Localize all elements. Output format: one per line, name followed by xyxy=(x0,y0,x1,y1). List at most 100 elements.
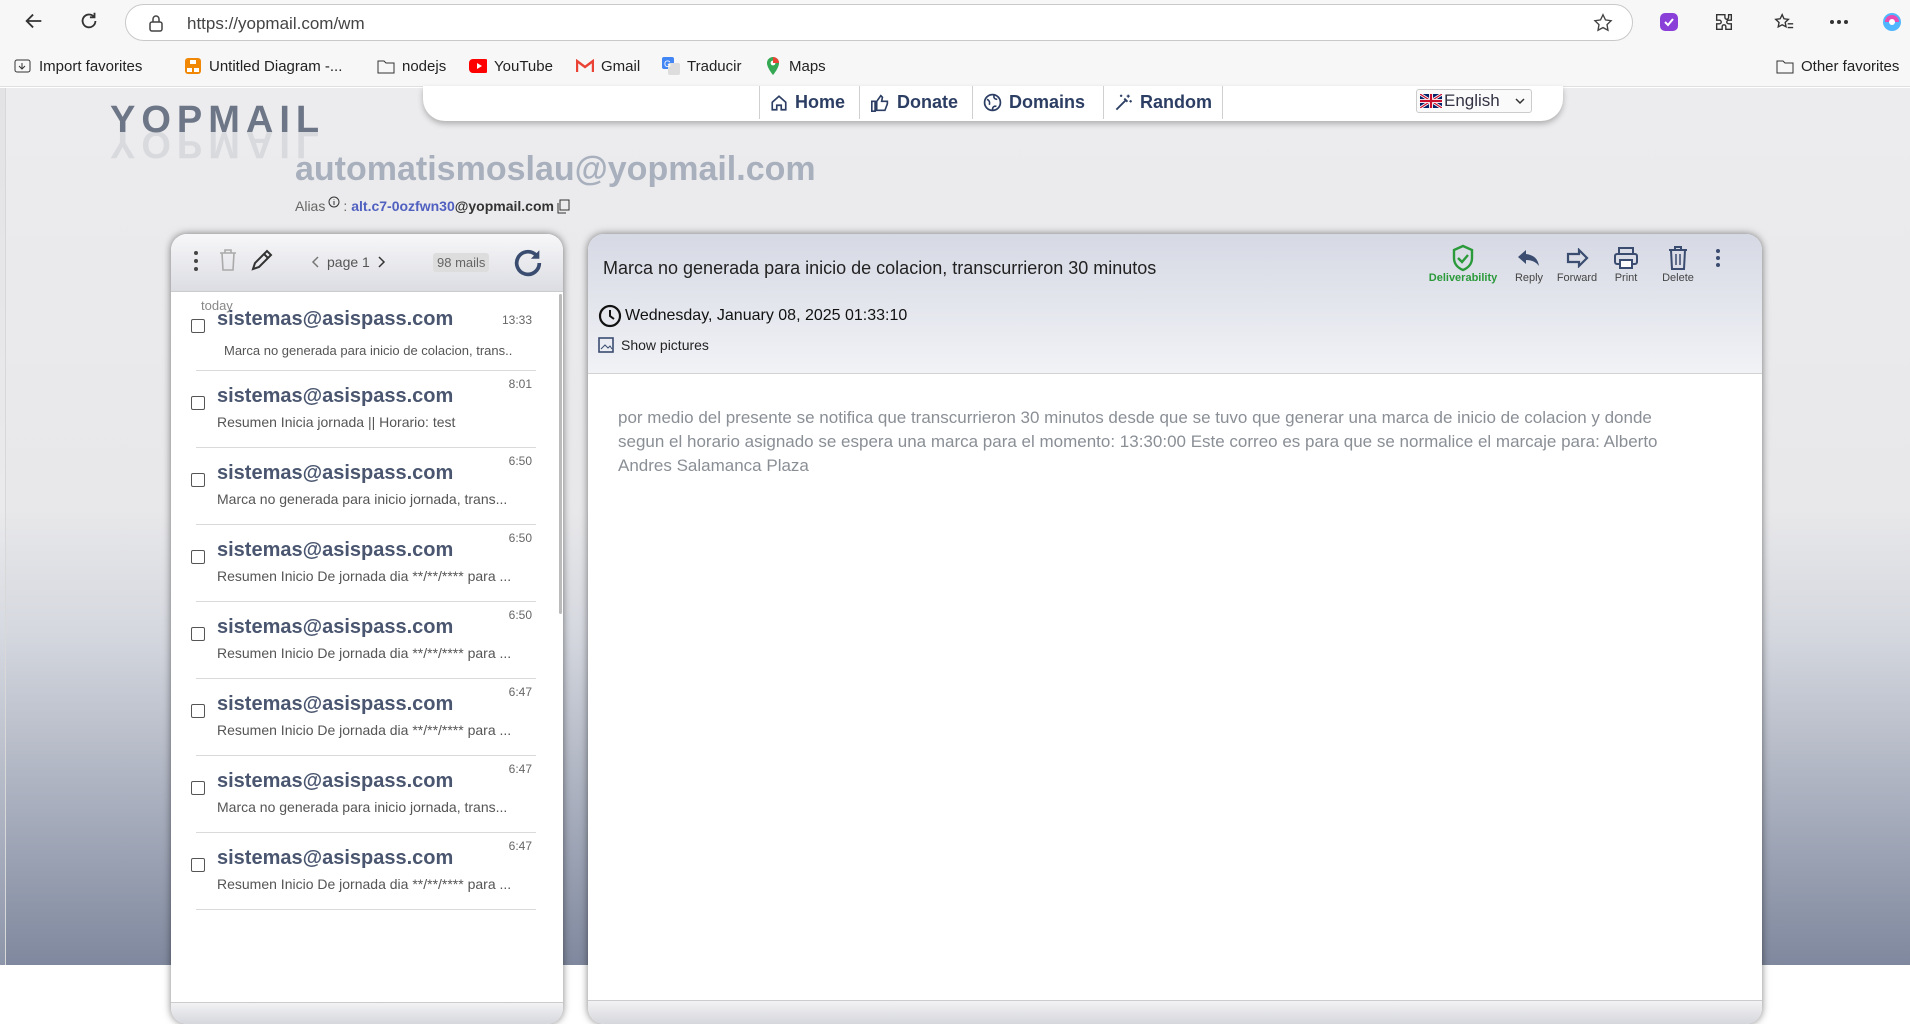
select-checkbox[interactable] xyxy=(191,473,205,487)
bookmark-label: Traducir xyxy=(687,57,742,75)
chevron-left-icon[interactable] xyxy=(311,256,319,268)
print-button[interactable]: Print xyxy=(1596,244,1656,284)
mail-sender: sistemas@asispass.com xyxy=(217,539,454,561)
address-bar[interactable]: https://yopmail.com/wm xyxy=(125,4,1633,41)
date-text: Wednesday, January 08, 2025 01:33:10 xyxy=(625,307,908,324)
bookmark-untitled-diagram[interactable]: Untitled Diagram -... xyxy=(184,55,342,77)
mail-list-footer xyxy=(171,1002,563,1024)
bookmark-label: Other favorites xyxy=(1801,57,1900,75)
mail-count-badge: 98 mails xyxy=(433,253,490,272)
reply-icon xyxy=(1516,244,1542,272)
extensions-icon[interactable] xyxy=(1710,8,1738,36)
svg-text:G: G xyxy=(664,59,671,69)
mail-list-toolbar: page 1 98 mails xyxy=(171,234,563,292)
bookmark-import-favorites[interactable]: Import favorites xyxy=(14,55,142,77)
copilot-icon[interactable] xyxy=(1878,8,1906,36)
mail-row[interactable]: sistemas@asispass.com Resumen Inicio De … xyxy=(191,679,536,756)
translate-icon: G xyxy=(662,57,680,75)
favorites-icon[interactable] xyxy=(1770,8,1798,36)
show-pictures-link[interactable]: Show pictures xyxy=(598,337,709,353)
mail-row[interactable]: sistemas@asispass.com Marca no generada … xyxy=(191,294,536,371)
bookmark-youtube[interactable]: YouTube xyxy=(469,55,553,77)
menu-domains[interactable]: Domains xyxy=(972,86,1095,119)
deliverability-button[interactable]: Deliverability xyxy=(1429,244,1497,284)
magic-wand-icon xyxy=(1114,93,1133,112)
copilot-extension-icon[interactable] xyxy=(1655,8,1683,36)
back-icon[interactable] xyxy=(21,8,47,34)
mail-subject: Resumen Inicio De jornada dia **/**/****… xyxy=(217,645,512,661)
favorite-star-icon[interactable] xyxy=(1592,12,1614,39)
chevron-right-icon[interactable] xyxy=(378,256,386,268)
shield-check-icon xyxy=(1451,244,1475,272)
menu-label: Home xyxy=(795,92,846,112)
alias-link[interactable]: alt.c7-0ozfwn30 xyxy=(351,198,454,214)
more-options-icon[interactable] xyxy=(1825,8,1853,36)
list-scrollbar[interactable] xyxy=(559,294,562,614)
mail-time: 6:50 xyxy=(508,454,532,468)
bookmark-label: Untitled Diagram -... xyxy=(209,57,343,75)
mail-row[interactable]: sistemas@asispass.com Resumen Inicio De … xyxy=(191,833,536,910)
bookmark-maps[interactable]: Maps xyxy=(764,55,826,77)
bookmark-gmail[interactable]: Gmail xyxy=(576,55,640,77)
alias-label: Alias xyxy=(295,198,326,214)
refresh-icon[interactable] xyxy=(76,8,102,34)
language-select[interactable]: English xyxy=(1416,89,1532,113)
browser-toolbar: https://yopmail.com/wm xyxy=(0,0,1910,44)
mail-time: 6:47 xyxy=(508,685,532,699)
mail-subject: Resumen Inicio De jornada dia **/**/****… xyxy=(217,722,512,738)
kebab-menu-icon[interactable] xyxy=(194,250,198,272)
mail-row[interactable]: sistemas@asispass.com Marca no generada … xyxy=(191,756,536,833)
select-checkbox[interactable] xyxy=(191,550,205,564)
menu-home[interactable]: Home xyxy=(759,86,855,119)
folder-icon xyxy=(1776,57,1794,75)
bookmark-traducir[interactable]: G Traducir xyxy=(662,55,741,77)
mail-subject: Resumen Inicia jornada || Horario: test xyxy=(217,414,456,430)
mail-sender: sistemas@asispass.com xyxy=(217,308,454,330)
message-date: Wednesday, January 08, 2025 01:33:10 xyxy=(598,304,907,328)
trash-icon[interactable] xyxy=(219,248,237,272)
message-more-button[interactable] xyxy=(1708,244,1728,272)
youtube-icon xyxy=(469,57,487,75)
mail-subject: Resumen Inicio De jornada dia **/**/****… xyxy=(217,876,512,892)
printer-icon xyxy=(1613,244,1639,272)
delete-button[interactable]: Delete xyxy=(1648,244,1708,284)
select-checkbox[interactable] xyxy=(191,781,205,795)
mail-time: 6:50 xyxy=(508,608,532,622)
mail-sender: sistemas@asispass.com xyxy=(217,385,454,407)
copy-icon[interactable] xyxy=(557,199,570,214)
select-checkbox[interactable] xyxy=(191,858,205,872)
menu-label: Domains xyxy=(1009,92,1086,112)
mail-row[interactable]: sistemas@asispass.com Resumen Inicio De … xyxy=(191,602,536,679)
menu-label: Random xyxy=(1140,92,1212,112)
bookmark-other-favorites[interactable]: Other favorites xyxy=(1776,55,1899,77)
select-checkbox[interactable] xyxy=(191,627,205,641)
select-checkbox[interactable] xyxy=(191,396,205,410)
compose-pencil-icon[interactable] xyxy=(250,248,274,272)
chevron-down-icon xyxy=(1515,97,1525,105)
refresh-inbox-icon[interactable] xyxy=(511,246,545,280)
menu-label: Donate xyxy=(897,92,959,112)
clock-icon xyxy=(598,304,622,328)
menu-donate[interactable]: Donate xyxy=(859,86,968,119)
mail-row[interactable]: sistemas@asispass.com Resumen Inicia jor… xyxy=(191,371,536,448)
info-icon[interactable] xyxy=(328,196,340,208)
mail-time: 6:47 xyxy=(508,762,532,776)
mail-sender: sistemas@asispass.com xyxy=(217,616,454,638)
mail-sender: sistemas@asispass.com xyxy=(217,770,454,792)
svg-text:YOPMAIL: YOPMAIL xyxy=(110,123,325,165)
inbox-address: automatismoslau@yopmail.com xyxy=(295,150,816,188)
bookmark-nodejs[interactable]: nodejs xyxy=(377,55,446,77)
url-text[interactable]: https://yopmail.com/wm xyxy=(187,14,365,34)
globe-icon xyxy=(983,93,1002,112)
mail-row[interactable]: sistemas@asispass.com Marca no generada … xyxy=(191,448,536,525)
language-value: English xyxy=(1444,91,1500,110)
menu-random[interactable]: Random xyxy=(1103,86,1223,119)
mail-row[interactable]: sistemas@asispass.com Resumen Inicio De … xyxy=(191,525,536,602)
message-header: Marca no generada para inicio de colacio… xyxy=(588,234,1762,374)
kebab-menu-icon xyxy=(1716,244,1720,272)
select-checkbox[interactable] xyxy=(191,704,205,718)
select-checkbox[interactable] xyxy=(191,319,205,333)
mail-list-panel: page 1 98 mails today sistemas@asispass.… xyxy=(171,234,563,1024)
drawio-icon xyxy=(184,57,202,75)
yopmail-page: YOPMAIL YOPMAIL Home Donate Domains Rand… xyxy=(0,86,1910,1024)
